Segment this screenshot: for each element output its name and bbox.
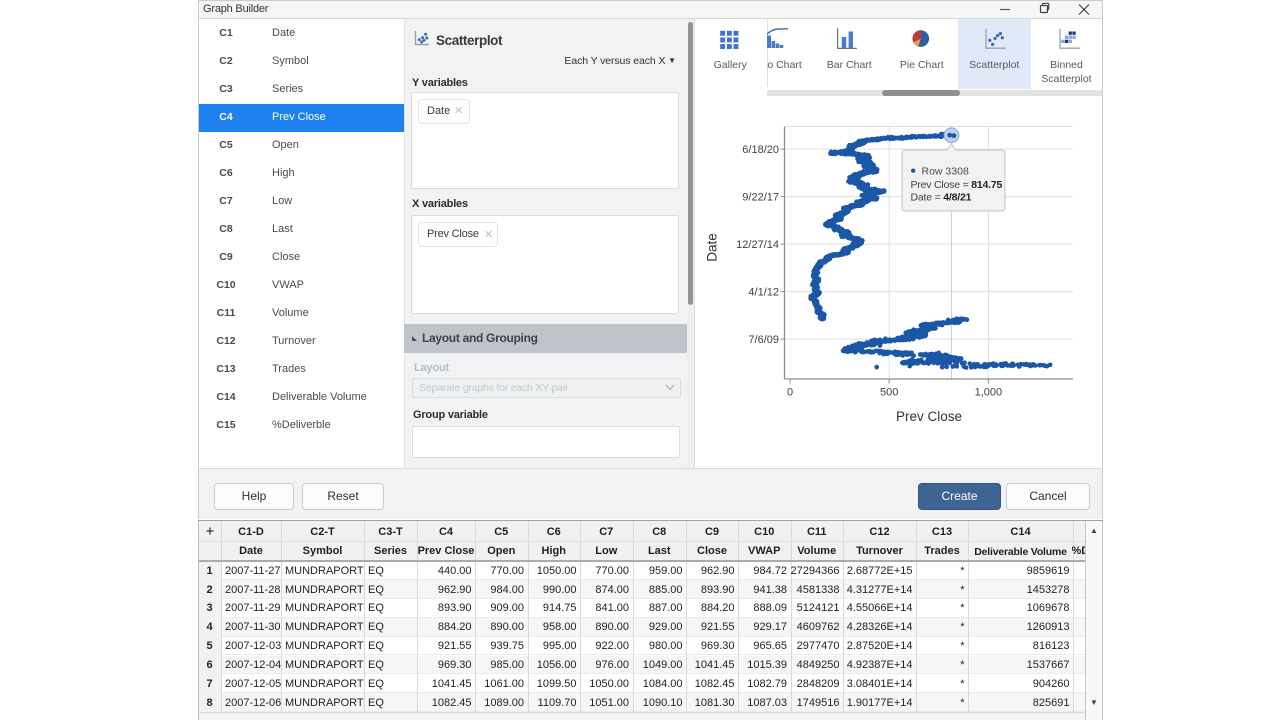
svg-text:7/6/09: 7/6/09 xyxy=(748,334,779,346)
svg-text:500: 500 xyxy=(880,387,898,399)
svg-text:1,000: 1,000 xyxy=(975,387,1003,399)
svg-text:9/22/17: 9/22/17 xyxy=(742,191,779,203)
svg-text:Row 3308: Row 3308 xyxy=(922,166,969,178)
svg-text:Prev Close: Prev Close xyxy=(896,409,962,424)
svg-text:Date: Date xyxy=(705,233,720,262)
svg-text:0: 0 xyxy=(787,387,793,399)
svg-text:Date = 4/8/21: Date = 4/8/21 xyxy=(911,192,972,204)
svg-text:Prev Close = 814.75: Prev Close = 814.75 xyxy=(911,179,1003,191)
svg-text:6/18/20: 6/18/20 xyxy=(742,144,779,156)
svg-text:4/1/12: 4/1/12 xyxy=(748,286,779,298)
svg-text:12/27/14: 12/27/14 xyxy=(736,239,779,251)
